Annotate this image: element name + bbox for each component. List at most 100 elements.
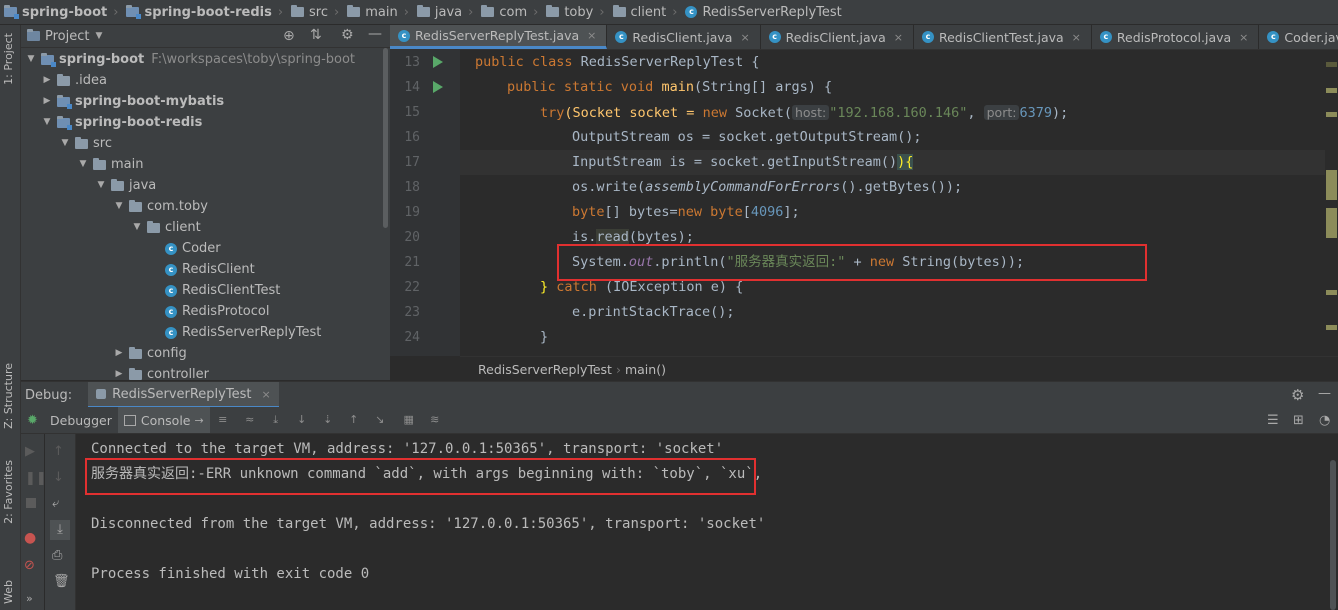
collapse-all-icon[interactable]: ⇅ xyxy=(310,27,322,43)
run-gutter-icon[interactable] xyxy=(433,56,443,68)
chevron-down-icon[interactable]: ▼ xyxy=(95,31,102,41)
menu-icon[interactable]: ≡ xyxy=(217,414,229,426)
stripe-mark[interactable] xyxy=(1326,112,1337,117)
chevron-down-icon[interactable]: ▼ xyxy=(59,133,71,154)
project-tree-item[interactable]: ▼ java xyxy=(95,175,157,196)
breadcrumb-toby[interactable]: toby xyxy=(542,0,595,24)
step-over-icon[interactable]: ⤓ xyxy=(270,414,282,426)
console-output[interactable]: Connected to the target VM, address: '12… xyxy=(76,434,1326,610)
project-tree-item[interactable]: ▼ spring-boot F:\workspaces\toby\spring-bo… xyxy=(25,49,356,70)
debug-session-tab[interactable]: RedisServerReplyTest × xyxy=(88,382,279,408)
close-icon[interactable]: × xyxy=(740,31,749,44)
stripe-mark[interactable] xyxy=(1326,325,1337,330)
trace-icon[interactable]: ≋ xyxy=(429,414,441,426)
step-out-icon[interactable]: ↑ xyxy=(348,414,360,426)
close-icon[interactable]: × xyxy=(894,31,903,44)
breadcrumb-class[interactable]: c RedisServerReplyTest xyxy=(681,0,843,24)
stripe-mark[interactable] xyxy=(1326,208,1337,238)
chevron-down-icon[interactable]: ▼ xyxy=(95,175,107,196)
tab-console[interactable]: Console → xyxy=(117,407,210,433)
project-tree-item[interactable]: c RedisClientTest xyxy=(149,280,280,301)
project-view-selector[interactable]: Project xyxy=(45,29,89,44)
project-tree-item[interactable]: ▶ .idea xyxy=(41,70,107,91)
close-icon[interactable]: × xyxy=(1072,31,1081,44)
project-tree-item[interactable]: c RedisClient xyxy=(149,259,255,280)
gear-icon[interactable]: ⚙ xyxy=(1291,386,1304,404)
view-breakpoints-icon[interactable]: ● xyxy=(24,530,36,546)
hide-panel-icon[interactable]: — xyxy=(1318,386,1331,401)
stop-icon[interactable] xyxy=(26,498,36,508)
editor-tab[interactable]: c RedisServerReplyTest.java × xyxy=(390,25,608,49)
mute-breakpoints-icon[interactable]: ⊘ xyxy=(24,558,35,573)
project-scrollbar[interactable] xyxy=(383,48,388,228)
evaluate-expression-icon[interactable]: ▦ xyxy=(403,414,415,426)
gear-icon[interactable]: ⚙ xyxy=(341,27,354,43)
project-tree-item[interactable]: c RedisProtocol xyxy=(149,301,269,322)
down-arrow-icon[interactable]: ↓ xyxy=(53,470,64,485)
soft-wrap-icon[interactable]: ⤶ xyxy=(52,496,59,511)
more-icon[interactable]: » xyxy=(26,592,33,605)
breadcrumb-method-item[interactable]: main() xyxy=(625,362,666,377)
stripe-mark[interactable] xyxy=(1326,290,1337,295)
web-tool-window-button[interactable]: Web xyxy=(2,580,15,604)
project-tree-item[interactable]: ▼ spring-boot-redis xyxy=(41,112,203,133)
print-icon[interactable]: ⎙ xyxy=(52,548,62,563)
stripe-mark[interactable] xyxy=(1326,88,1337,93)
project-tree-item[interactable]: ▶ spring-boot-mybatis xyxy=(41,91,225,112)
project-tree-item[interactable]: ▼ com.toby xyxy=(113,196,208,217)
force-step-into-icon[interactable]: ⇣ xyxy=(322,414,334,426)
run-to-cursor-icon[interactable]: ↘ xyxy=(374,414,386,426)
close-icon[interactable]: × xyxy=(261,388,270,401)
close-icon[interactable]: × xyxy=(587,29,596,42)
clear-all-icon[interactable]: 🗑 xyxy=(53,574,70,589)
chevron-right-icon[interactable]: ▶ xyxy=(41,70,53,91)
locate-icon[interactable]: ⊕ xyxy=(283,28,295,44)
editor-tab[interactable]: cCoder.java× xyxy=(1259,25,1338,49)
editor-tab[interactable]: c RedisClient.java × xyxy=(761,25,914,49)
hide-panel-icon[interactable]: — xyxy=(368,26,382,42)
show-execution-point-icon[interactable]: ≈ xyxy=(244,414,256,426)
breadcrumb-module[interactable]: spring-boot-redis xyxy=(122,0,273,24)
chevron-down-icon[interactable]: ▼ xyxy=(77,154,89,175)
breadcrumb-client[interactable]: client xyxy=(609,0,669,24)
stripe-mark[interactable] xyxy=(1326,170,1337,200)
project-tree-item[interactable]: c RedisServerReplyTest xyxy=(149,322,321,343)
code-editor[interactable]: public class RedisServerReplyTest { publ… xyxy=(460,50,1325,356)
project-tree-item[interactable]: ▼ client xyxy=(131,217,201,238)
project-tree-item[interactable]: ▼ src xyxy=(59,133,112,154)
project-tree-item[interactable]: c Coder xyxy=(149,238,221,259)
chevron-right-icon[interactable]: ▶ xyxy=(113,343,125,364)
pause-icon[interactable]: ❚❚ xyxy=(25,471,47,486)
console-scrollbar[interactable] xyxy=(1330,460,1336,610)
chevron-right-icon[interactable]: ▶ xyxy=(41,91,53,112)
chevron-down-icon[interactable]: ▼ xyxy=(25,49,37,70)
favorites-tool-window-button[interactable]: 2: Favorites xyxy=(2,460,15,524)
scroll-to-end-icon[interactable]: ⤓ xyxy=(50,520,70,540)
structure-tool-window-button[interactable]: Z: Structure xyxy=(2,363,15,429)
step-into-icon[interactable]: ↓ xyxy=(296,414,308,426)
chevron-down-icon[interactable]: ▼ xyxy=(131,217,143,238)
project-tool-window-button[interactable]: 1: Project xyxy=(2,33,15,85)
breadcrumb-main[interactable]: main xyxy=(343,0,399,24)
project-tree-item[interactable]: ▼ main xyxy=(77,154,144,175)
settings-icon[interactable]: ⊞ xyxy=(1293,413,1304,428)
up-arrow-icon[interactable]: ↑ xyxy=(53,444,64,459)
editor-tab[interactable]: c RedisClient.java × xyxy=(607,25,761,49)
chevron-down-icon[interactable]: ▼ xyxy=(113,196,125,217)
rerun-debug-icon[interactable]: ✹ xyxy=(21,413,44,428)
breadcrumb-com[interactable]: com xyxy=(477,0,529,24)
editor-tab[interactable]: c RedisProtocol.java × xyxy=(1092,25,1260,49)
chevron-down-icon[interactable]: ▼ xyxy=(41,112,53,133)
stripe-mark[interactable] xyxy=(1326,62,1337,67)
project-tree-item[interactable]: ▶ config xyxy=(113,343,187,364)
breadcrumb-src[interactable]: src xyxy=(287,0,330,24)
restore-layout-icon[interactable]: ☰ xyxy=(1267,413,1279,428)
breadcrumb-project[interactable]: spring-boot xyxy=(0,0,109,24)
layout-icon[interactable]: ◔ xyxy=(1319,413,1330,428)
editor-tab[interactable]: c RedisClientTest.java × xyxy=(914,25,1092,49)
run-gutter-icon[interactable] xyxy=(433,81,443,93)
tab-debugger[interactable]: Debugger xyxy=(44,413,118,428)
close-icon[interactable]: × xyxy=(1239,31,1248,44)
pin-icon[interactable]: → xyxy=(195,414,204,427)
resume-icon[interactable]: ▶ xyxy=(25,444,35,459)
